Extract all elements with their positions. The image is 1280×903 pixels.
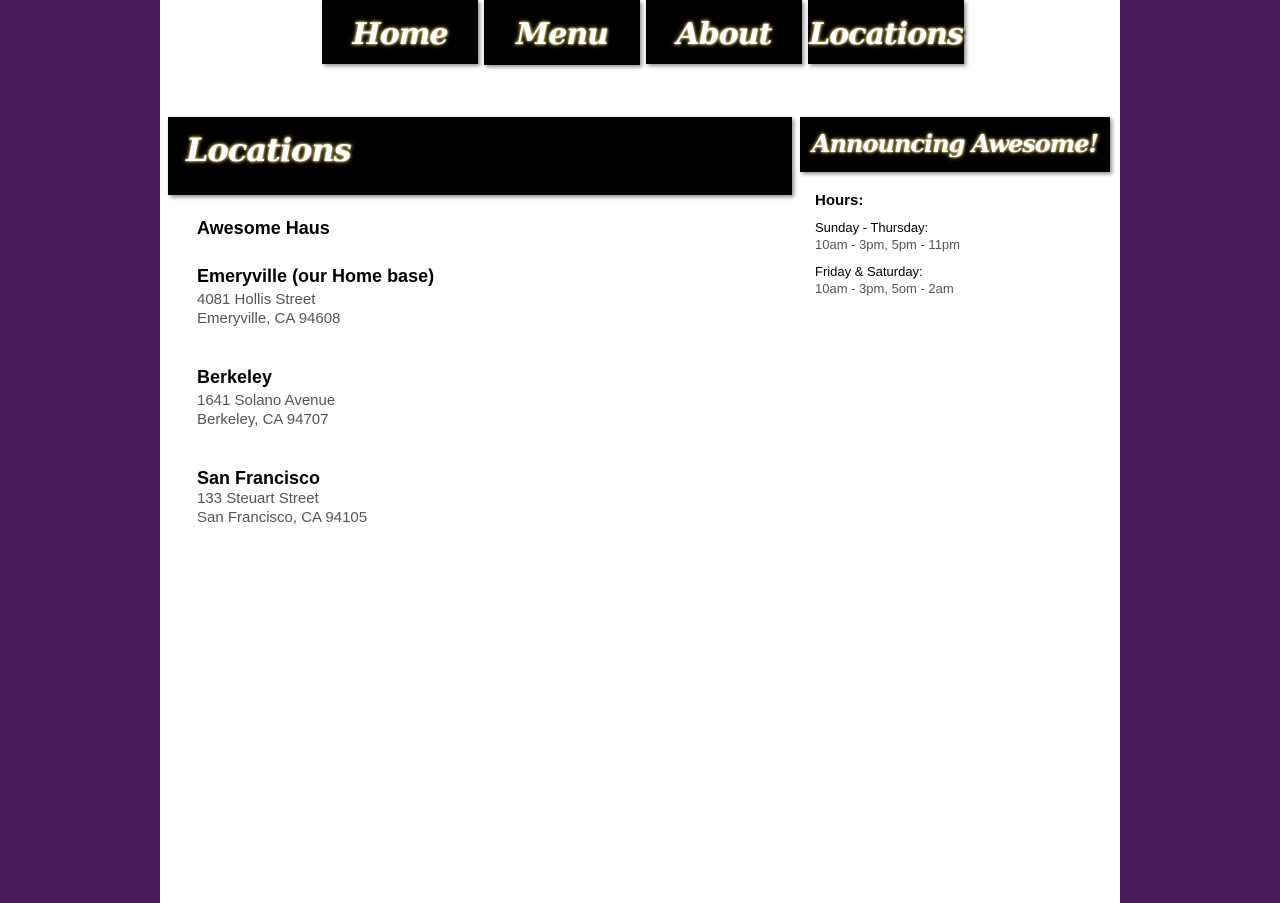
location-emeryville: Emeryville (our Home base) 4081 Hollis S… <box>197 265 757 328</box>
location-street: 4081 Hollis Street <box>197 291 316 308</box>
main-header: Locations <box>168 117 792 195</box>
hours-label: Hours: <box>815 192 864 209</box>
hours-entry: Friday & Saturday: 10am - 3pm, 5om - 2am <box>815 263 1105 297</box>
location-berkeley: Berkeley 1641 Solano Avenue Berkeley, CA… <box>197 366 757 429</box>
brand-name: Awesome Haus <box>197 218 330 238</box>
location-street: 1641 Solano Avenue <box>197 392 336 409</box>
hours-times: 10am - 3pm, 5pm - 11pm <box>815 237 960 252</box>
location-name: Emeryville (our Home base) <box>197 266 435 286</box>
nav-locations-button[interactable]: Locations <box>808 0 964 64</box>
hours-times: 10am - 3pm, 5om - 2am <box>815 281 954 296</box>
nav-about-button[interactable]: About <box>646 0 802 64</box>
location-name: San Francisco <box>197 468 321 488</box>
location-city: San Francisco, CA 94105 <box>197 509 368 526</box>
location-name: Berkeley <box>197 367 273 387</box>
hours-entry: Sunday - Thursday: 10am - 3pm, 5pm - 11p… <box>815 219 1105 253</box>
sidebar-title: Announcing Awesome! <box>811 129 1099 158</box>
nav-menu-button[interactable]: Menu <box>484 0 640 65</box>
hours-sidebar: Hours: Sunday - Thursday: 10am - 3pm, 5p… <box>815 192 1105 297</box>
nav-home-button[interactable]: Home <box>322 0 478 64</box>
hours-days: Sunday - Thursday: <box>815 220 929 235</box>
hours-days: Friday & Saturday: <box>815 264 923 279</box>
location-city: Emeryville, CA 94608 <box>197 310 341 327</box>
location-san-francisco: San Francisco 133 Steuart Street San Fra… <box>197 467 757 527</box>
page-title: Locations <box>186 131 352 169</box>
location-city: Berkeley, CA 94707 <box>197 411 329 428</box>
page-container: Home Menu About Locations Locations Anno… <box>160 0 1120 903</box>
sidebar-header: Announcing Awesome! <box>800 117 1110 172</box>
location-street: 133 Steuart Street <box>197 490 319 507</box>
